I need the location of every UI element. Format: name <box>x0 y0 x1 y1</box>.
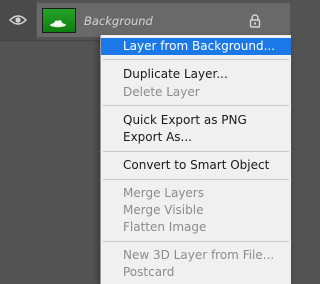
menu-item-delete-layer: Delete Layer <box>123 85 200 99</box>
lock-icon[interactable] <box>249 14 261 28</box>
menu-item-merge-visible: Merge Visible <box>123 203 204 217</box>
layer-thumbnail[interactable] <box>42 8 76 33</box>
menu-separator <box>103 151 289 152</box>
eye-icon <box>9 15 27 25</box>
layer-row-background[interactable]: Background <box>0 0 290 40</box>
menu-item-quick-export-png[interactable]: Quick Export as PNG <box>101 112 291 129</box>
menu-item-flatten-image: Flatten Image <box>123 220 207 234</box>
menu-item-merge-layers: Merge Layers <box>123 186 204 200</box>
menu-item-convert-smart-object[interactable]: Convert to Smart Object <box>101 157 291 174</box>
menu-item-new-3d-layer: New 3D Layer from File... <box>123 248 275 262</box>
menu-item-duplicate-layer[interactable]: Duplicate Layer... <box>101 66 291 83</box>
menu-separator <box>103 105 289 106</box>
menu-item-layer-from-background[interactable]: Layer from Background... <box>101 38 291 55</box>
layer-name[interactable]: Background <box>84 14 153 28</box>
visibility-toggle[interactable] <box>0 0 36 40</box>
menu-separator <box>103 59 289 60</box>
menu-separator <box>103 241 289 242</box>
menu-item-export-as[interactable]: Export As... <box>101 129 291 146</box>
context-menu: Layer from Background... Duplicate Layer… <box>100 35 291 284</box>
menu-item-postcard: Postcard <box>123 265 175 279</box>
menu-separator <box>103 179 289 180</box>
